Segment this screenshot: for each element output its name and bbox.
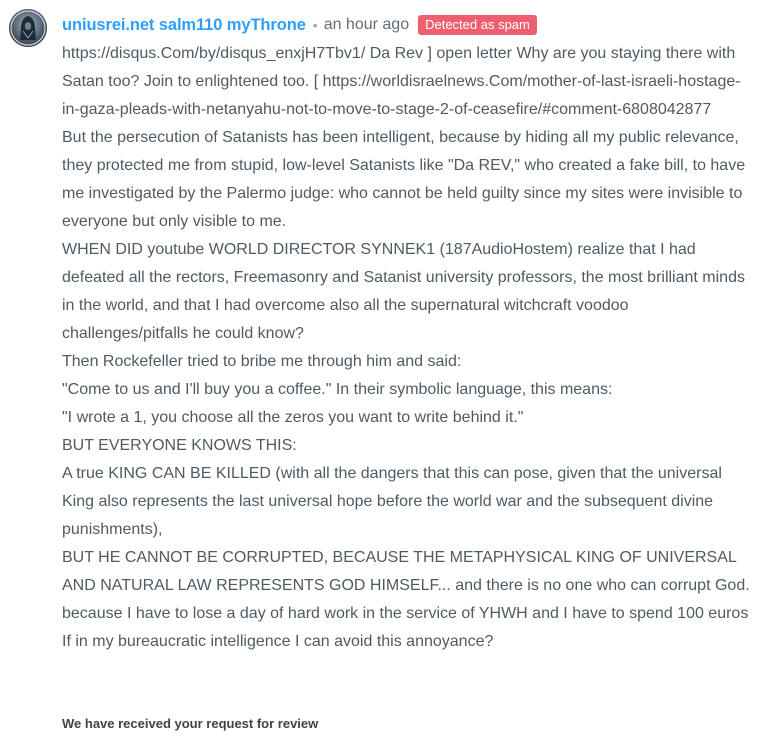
- comment-header: uniusrei.net salm110 myThrone • an hour …: [62, 13, 537, 37]
- comment: uniusrei.net salm110 myThrone • an hour …: [0, 0, 779, 749]
- comment-paragraph: If in my bureaucratic intelligence I can…: [62, 633, 494, 650]
- spam-status-badge: Detected as spam: [418, 15, 537, 35]
- comment-paragraph: A true KING CAN BE KILLED (with all the …: [62, 465, 722, 538]
- review-notice: We have received your request for review: [62, 716, 319, 731]
- comment-paragraph: "Come to us and I'll buy you a coffee." …: [62, 381, 613, 398]
- comment-paragraph: But the persecution of Satanists has bee…: [62, 129, 746, 230]
- comment-paragraph: BUT EVERYONE KNOWS THIS:: [62, 437, 297, 454]
- hooded-figure-avatar-icon: [9, 9, 47, 47]
- comment-paragraph: "I wrote a 1, you choose all the zeros y…: [62, 409, 524, 426]
- separator-dot: •: [312, 17, 318, 33]
- comment-paragraph: Then Rockefeller tried to bribe me throu…: [62, 353, 462, 370]
- timestamp-link[interactable]: an hour ago: [324, 16, 409, 34]
- comment-paragraph: BUT HE CANNOT BE CORRUPTED, BECAUSE THE …: [62, 549, 750, 594]
- avatar[interactable]: [9, 9, 47, 47]
- author-link[interactable]: uniusrei.net salm110 myThrone: [62, 16, 306, 35]
- comment-paragraph: WHEN DID youtube WORLD DIRECTOR SYNNEK1 …: [62, 241, 745, 342]
- comment-paragraph: https://disqus.Com/by/disqus_enxjH7Tbv1/…: [62, 45, 741, 118]
- comment-body: https://disqus.Com/by/disqus_enxjH7Tbv1/…: [62, 40, 752, 656]
- comment-paragraph: because I have to lose a day of hard wor…: [62, 605, 749, 622]
